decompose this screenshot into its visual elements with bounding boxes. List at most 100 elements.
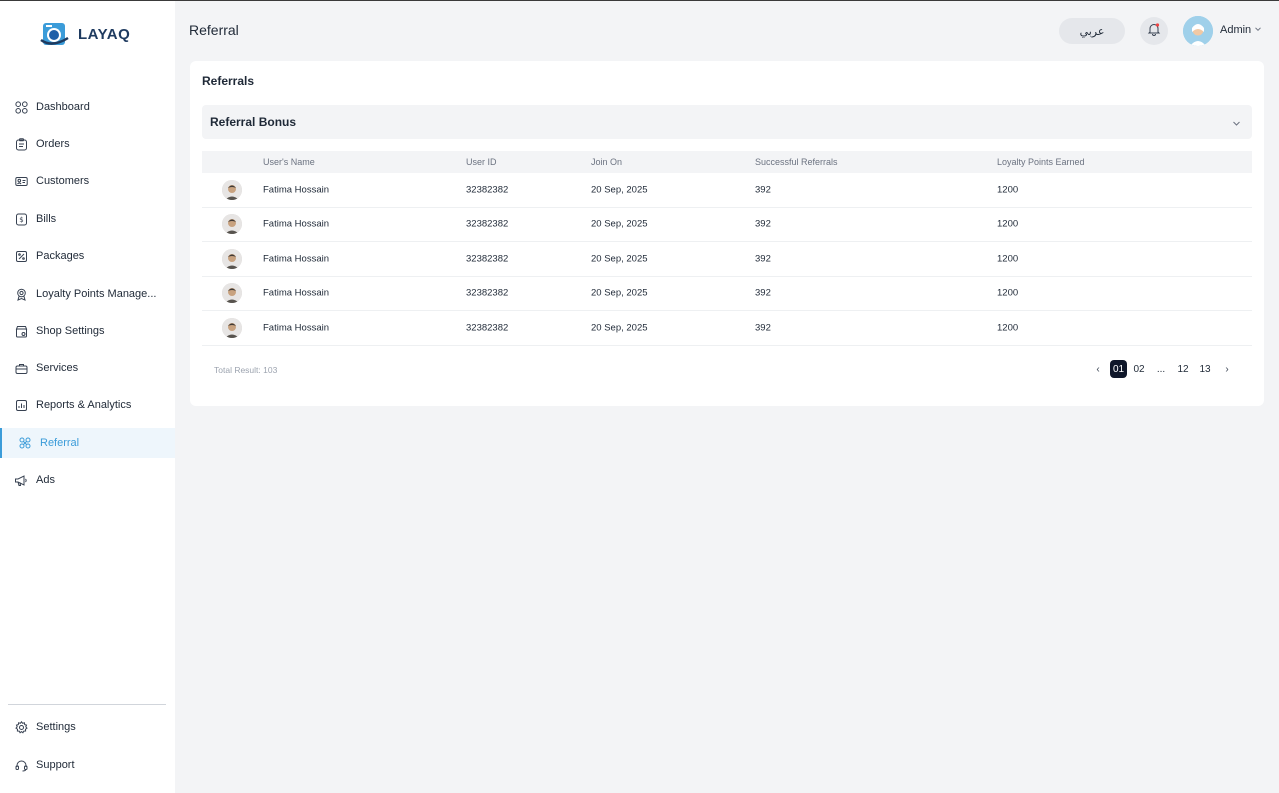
sidebar-item-label: Loyalty Points Manage... [36,288,157,300]
user-avatar [222,179,242,200]
sidebar-item-label: Reports & Analytics [36,399,132,411]
logo-text: LAYAQ [78,25,131,43]
id-card-icon [14,174,28,188]
sidebar-item-referral[interactable]: Referral [0,428,175,458]
dollar-bill-icon: $ [14,212,28,226]
avatar[interactable] [1183,16,1213,46]
svg-text:$: $ [19,216,23,224]
badge-icon [14,287,28,301]
page-button[interactable]: 12 [1173,360,1193,378]
cell-join-on: 20 Sep, 2025 [591,253,648,265]
sidebar-divider [8,704,166,705]
sidebar-item-services[interactable]: Services [0,353,175,383]
sidebar-item-customers[interactable]: Customers [0,166,175,196]
cell-successful-referrals: 392 [755,218,771,230]
column-header-join-on[interactable]: Join On [591,157,622,167]
sidebar-item-shop-settings[interactable]: Shop Settings [0,316,175,346]
gear-icon [14,720,28,734]
chart-icon [14,398,28,412]
sidebar-item-label: Bills [36,213,57,225]
cell-user-id: 32382382 [466,322,509,334]
box-icon [14,361,28,375]
column-header-user-id[interactable]: User ID [466,157,497,167]
sidebar-item-settings[interactable]: Settings [0,712,175,742]
referral-bonus-accordion[interactable]: Referral Bonus [202,105,1252,139]
cell-successful-referrals: 392 [755,253,771,265]
sidebar-item-loyalty-points[interactable]: Loyalty Points Manage... [0,279,175,309]
logo[interactable]: LAYAQ [40,19,130,49]
megaphone-icon [14,473,28,487]
sidebar-item-support[interactable]: Support [0,750,175,780]
sidebar-item-label: Referral [40,437,80,449]
table-row[interactable]: Fatima Hossain 32382382 20 Sep, 2025 392 120… [202,277,1252,311]
user-menu[interactable]: Admin [1220,24,1262,36]
cell-user-name: Fatima Hossain [263,184,329,196]
sidebar-item-bills[interactable]: $ Bills [0,204,175,234]
sidebar-item-label: Dashboard [36,101,90,113]
user-avatar [222,283,242,304]
sidebar-item-label: Settings [36,721,76,733]
referral-icon [18,436,32,450]
page-title: Referral [189,22,239,38]
headset-icon [14,758,28,772]
cell-successful-referrals: 392 [755,322,771,334]
cell-user-id: 32382382 [466,184,509,196]
sidebar-item-label: Orders [36,138,70,150]
bell-icon [1147,22,1161,41]
notifications-button[interactable] [1140,17,1168,45]
cell-successful-referrals: 392 [755,184,771,196]
cell-user-name: Fatima Hossain [263,218,329,230]
sidebar-item-label: Services [36,362,79,374]
sidebar-item-label: Packages [36,250,85,262]
next-page-button[interactable]: › [1217,360,1237,378]
sidebar-item-ads[interactable]: Ads [0,465,175,495]
referrals-card: Referrals Referral Bonus User's Name Use… [190,61,1264,406]
page-button[interactable]: 13 [1195,360,1215,378]
table-row[interactable]: Fatima Hossain 32382382 20 Sep, 2025 392 120… [202,208,1252,242]
cell-successful-referrals: 392 [755,287,771,299]
table-row[interactable]: Fatima Hossain 32382382 20 Sep, 2025 392 120… [202,173,1252,208]
page-button[interactable]: 02 [1129,360,1149,378]
cell-user-id: 32382382 [466,253,509,265]
accordion-label: Referral Bonus [210,115,297,129]
sidebar-item-label: Support [36,759,75,771]
column-header-points[interactable]: Loyalty Points Earned [997,157,1085,167]
cell-loyalty-points: 1200 [997,218,1019,230]
pagination: ‹ 01 02 ... 12 13 › [1087,360,1238,378]
sidebar-item-label: Shop Settings [36,325,105,337]
sidebar-item-label: Ads [36,474,55,486]
sidebar-item-packages[interactable]: Packages [0,241,175,271]
cell-join-on: 20 Sep, 2025 [591,287,648,299]
chevron-down-icon [1231,116,1242,134]
cell-join-on: 20 Sep, 2025 [591,184,648,196]
sidebar-item-dashboard[interactable]: Dashboard [0,92,175,122]
referrals-table: User's Name User ID Join On Successful R… [202,151,1252,346]
page-button[interactable]: 01 [1110,360,1127,378]
sidebar-item-reports[interactable]: Reports & Analytics [0,390,175,420]
user-name: Admin [1220,24,1252,36]
sidebar-item-orders[interactable]: Orders [0,129,175,159]
sidebar: LAYAQ Dashboard Orders Customers $ Bills… [0,1,175,793]
table-row[interactable]: Fatima Hossain 32382382 20 Sep, 2025 392 120… [202,242,1252,277]
cell-loyalty-points: 1200 [997,253,1019,265]
cell-loyalty-points: 1200 [997,184,1019,196]
prev-page-button[interactable]: ‹ [1088,360,1108,378]
logo-icon [40,23,69,45]
user-avatar [222,248,242,269]
clipboard-icon [14,137,28,151]
table-row[interactable]: Fatima Hossain 32382382 20 Sep, 2025 392 120… [202,311,1252,346]
card-title: Referrals [202,74,255,88]
cell-loyalty-points: 1200 [997,322,1019,334]
cell-user-id: 32382382 [466,218,509,230]
total-result: Total Result: 103 [214,365,278,375]
sidebar-item-label: Customers [36,175,90,187]
column-header-referrals[interactable]: Successful Referrals [755,157,838,167]
column-header-name[interactable]: User's Name [263,157,315,167]
user-avatar [222,214,242,235]
cell-join-on: 20 Sep, 2025 [591,322,648,334]
chevron-down-icon [1254,24,1262,36]
table-header: User's Name User ID Join On Successful R… [202,151,1252,173]
language-toggle-button[interactable]: عربي [1059,18,1125,44]
cell-user-name: Fatima Hossain [263,253,329,265]
pagination-ellipsis: ... [1156,363,1166,375]
